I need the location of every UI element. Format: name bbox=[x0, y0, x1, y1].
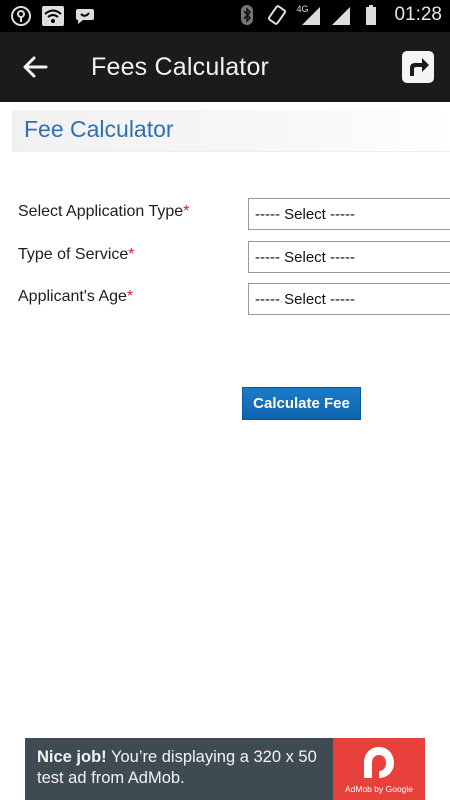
service-type-row: Type of Service* ----- Select ----- bbox=[0, 241, 450, 273]
admob-caption: AdMob by Google bbox=[344, 784, 414, 794]
application-type-row: Select Application Type* ----- Select --… bbox=[0, 198, 450, 230]
app-bar: Fees Calculator bbox=[0, 32, 450, 102]
section-title: Fee Calculator bbox=[24, 116, 174, 142]
ad-banner[interactable]: Nice job! You’re displaying a 320 x 50 t… bbox=[25, 738, 425, 800]
back-button[interactable] bbox=[20, 52, 50, 82]
wifi-icon bbox=[42, 6, 64, 26]
vpn-icon bbox=[11, 6, 31, 26]
rotation-icon bbox=[268, 5, 287, 25]
status-bar: 4G 01:28 bbox=[0, 0, 450, 32]
admob-logo: AdMob by Google bbox=[333, 738, 425, 800]
application-type-select[interactable]: ----- Select ----- bbox=[248, 198, 450, 230]
signal-4g-icon: 4G bbox=[296, 4, 322, 26]
signal-icon bbox=[332, 7, 351, 25]
share-button[interactable] bbox=[402, 51, 434, 83]
status-time: 01:28 bbox=[394, 4, 442, 25]
applicant-age-select[interactable]: ----- Select ----- bbox=[248, 283, 450, 315]
arrow-left-icon bbox=[23, 56, 48, 78]
section-header: Fee Calculator bbox=[12, 110, 450, 152]
applicant-age-row: Applicant's Age* ----- Select ----- bbox=[0, 283, 450, 315]
admob-icon bbox=[364, 747, 394, 778]
share-icon bbox=[410, 58, 429, 76]
calculate-fee-button[interactable]: Calculate Fee bbox=[242, 387, 361, 420]
chat-icon bbox=[76, 9, 94, 24]
required-mark: * bbox=[183, 203, 190, 220]
bluetooth-icon bbox=[241, 5, 254, 25]
service-type-label: Type of Service* bbox=[18, 246, 135, 263]
required-mark: * bbox=[126, 288, 134, 305]
application-type-label: Select Application Type* bbox=[18, 203, 190, 220]
app-title: Fees Calculator bbox=[91, 53, 270, 81]
ad-headline: Nice job! bbox=[37, 748, 107, 766]
ad-text: Nice job! You’re displaying a 320 x 50 t… bbox=[37, 747, 337, 789]
battery-icon bbox=[366, 5, 377, 25]
service-type-select[interactable]: ----- Select ----- bbox=[248, 241, 450, 273]
applicant-age-label: Applicant's Age* bbox=[18, 288, 134, 305]
required-mark: * bbox=[128, 246, 135, 263]
